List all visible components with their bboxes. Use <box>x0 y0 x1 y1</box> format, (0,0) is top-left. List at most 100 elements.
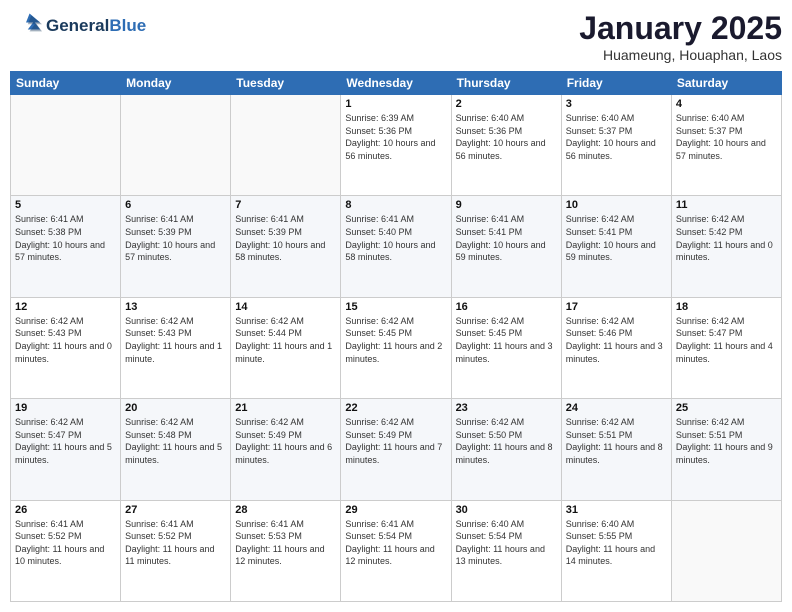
day-info: Sunrise: 6:41 AMSunset: 5:38 PMDaylight:… <box>15 213 116 263</box>
table-row: 6 Sunrise: 6:41 AMSunset: 5:39 PMDaylight… <box>121 196 231 297</box>
day-info: Sunrise: 6:42 AMSunset: 5:43 PMDaylight:… <box>15 315 116 365</box>
day-info: Sunrise: 6:42 AMSunset: 5:48 PMDaylight:… <box>125 416 226 466</box>
day-info: Sunrise: 6:42 AMSunset: 5:47 PMDaylight:… <box>676 315 777 365</box>
day-number: 16 <box>456 301 557 313</box>
table-row: 21Sunrise: 6:42 AMSunset: 5:49 PMDayligh… <box>231 399 341 500</box>
day-number: 22 <box>345 402 446 414</box>
week-row-3: 12 Sunrise: 6:42 AMSunset: 5:43 PMDayligh… <box>11 297 782 398</box>
day-number: 4 <box>676 98 777 110</box>
table-row <box>671 500 781 601</box>
day-info: Sunrise: 6:39 AMSunset: 5:36 PMDaylight:… <box>345 112 446 162</box>
table-row: 30Sunrise: 6:40 AMSunset: 5:54 PMDayligh… <box>451 500 561 601</box>
day-info: Sunrise: 6:42 AMSunset: 5:42 PMDaylight:… <box>676 213 777 263</box>
day-number: 14 <box>235 301 336 313</box>
table-row: 11 Sunrise: 6:42 AMSunset: 5:42 PMDayligh… <box>671 196 781 297</box>
table-row: 10Sunrise: 6:42 AMSunset: 5:41 PMDayligh… <box>561 196 671 297</box>
day-number: 5 <box>15 199 116 211</box>
day-info: Sunrise: 6:40 AMSunset: 5:37 PMDaylight:… <box>566 112 667 162</box>
table-row: 7 Sunrise: 6:41 AMSunset: 5:39 PMDaylight… <box>231 196 341 297</box>
day-info: Sunrise: 6:41 AMSunset: 5:39 PMDaylight:… <box>235 213 336 263</box>
header-monday: Monday <box>121 72 231 95</box>
day-number: 30 <box>456 504 557 516</box>
table-row: 13 Sunrise: 6:42 AMSunset: 5:43 PMDayligh… <box>121 297 231 398</box>
table-row: 23Sunrise: 6:42 AMSunset: 5:50 PMDayligh… <box>451 399 561 500</box>
header-wednesday: Wednesday <box>341 72 451 95</box>
day-number: 28 <box>235 504 336 516</box>
day-info: Sunrise: 6:41 AMSunset: 5:39 PMDaylight:… <box>125 213 226 263</box>
logo-icon <box>10 10 42 42</box>
table-row: 24 Sunrise: 6:42 AMSunset: 5:51 PMDayligh… <box>561 399 671 500</box>
day-number: 8 <box>345 199 446 211</box>
header-thursday: Thursday <box>451 72 561 95</box>
table-row: 15Sunrise: 6:42 AMSunset: 5:45 PMDayligh… <box>341 297 451 398</box>
table-row: 8 Sunrise: 6:41 AMSunset: 5:40 PMDaylight… <box>341 196 451 297</box>
table-row <box>11 95 121 196</box>
table-row: 20 Sunrise: 6:42 AMSunset: 5:48 PMDayligh… <box>121 399 231 500</box>
table-row <box>231 95 341 196</box>
day-number: 12 <box>15 301 116 313</box>
day-number: 11 <box>676 199 777 211</box>
day-info: Sunrise: 6:42 AMSunset: 5:49 PMDaylight:… <box>345 416 446 466</box>
table-row: 1 Sunrise: 6:39 AMSunset: 5:36 PMDaylight… <box>341 95 451 196</box>
day-number: 31 <box>566 504 667 516</box>
day-number: 7 <box>235 199 336 211</box>
day-info: Sunrise: 6:42 AMSunset: 5:41 PMDaylight:… <box>566 213 667 263</box>
week-row-1: 1 Sunrise: 6:39 AMSunset: 5:36 PMDaylight… <box>11 95 782 196</box>
week-row-4: 19Sunrise: 6:42 AMSunset: 5:47 PMDayligh… <box>11 399 782 500</box>
day-info: Sunrise: 6:40 AMSunset: 5:37 PMDaylight:… <box>676 112 777 162</box>
table-row: 31 Sunrise: 6:40 AMSunset: 5:55 PMDayligh… <box>561 500 671 601</box>
logo-text-block: GeneralBlue <box>46 16 146 36</box>
day-info: Sunrise: 6:42 AMSunset: 5:43 PMDaylight:… <box>125 315 226 365</box>
day-info: Sunrise: 6:40 AMSunset: 5:55 PMDaylight:… <box>566 518 667 568</box>
table-row: 25 Sunrise: 6:42 AMSunset: 5:51 PMDayligh… <box>671 399 781 500</box>
week-row-5: 26Sunrise: 6:41 AMSunset: 5:52 PMDayligh… <box>11 500 782 601</box>
day-number: 25 <box>676 402 777 414</box>
month-title: January 2025 <box>579 10 782 47</box>
logo-line1: GeneralBlue <box>46 16 146 36</box>
day-info: Sunrise: 6:42 AMSunset: 5:44 PMDaylight:… <box>235 315 336 365</box>
header-saturday: Saturday <box>671 72 781 95</box>
calendar-page: GeneralBlue January 2025 Huameung, Houap… <box>0 0 792 612</box>
day-number: 29 <box>345 504 446 516</box>
day-number: 13 <box>125 301 226 313</box>
day-info: Sunrise: 6:41 AMSunset: 5:52 PMDaylight:… <box>15 518 116 568</box>
day-info: Sunrise: 6:40 AMSunset: 5:36 PMDaylight:… <box>456 112 557 162</box>
day-info: Sunrise: 6:42 AMSunset: 5:51 PMDaylight:… <box>566 416 667 466</box>
day-info: Sunrise: 6:42 AMSunset: 5:45 PMDaylight:… <box>456 315 557 365</box>
table-row: 14 Sunrise: 6:42 AMSunset: 5:44 PMDayligh… <box>231 297 341 398</box>
day-number: 18 <box>676 301 777 313</box>
day-info: Sunrise: 6:41 AMSunset: 5:41 PMDaylight:… <box>456 213 557 263</box>
table-row: 2 Sunrise: 6:40 AMSunset: 5:36 PMDaylight… <box>451 95 561 196</box>
day-info: Sunrise: 6:41 AMSunset: 5:40 PMDaylight:… <box>345 213 446 263</box>
day-number: 24 <box>566 402 667 414</box>
table-row: 3 Sunrise: 6:40 AMSunset: 5:37 PMDaylight… <box>561 95 671 196</box>
table-row: 5 Sunrise: 6:41 AMSunset: 5:38 PMDaylight… <box>11 196 121 297</box>
calendar-table: Sunday Monday Tuesday Wednesday Thursday… <box>10 71 782 602</box>
table-row: 9 Sunrise: 6:41 AMSunset: 5:41 PMDaylight… <box>451 196 561 297</box>
day-number: 15 <box>345 301 446 313</box>
header-friday: Friday <box>561 72 671 95</box>
table-row: 17Sunrise: 6:42 AMSunset: 5:46 PMDayligh… <box>561 297 671 398</box>
day-number: 20 <box>125 402 226 414</box>
title-block: January 2025 Huameung, Houaphan, Laos <box>579 10 782 63</box>
table-row <box>121 95 231 196</box>
day-number: 19 <box>15 402 116 414</box>
day-number: 1 <box>345 98 446 110</box>
table-row: 19Sunrise: 6:42 AMSunset: 5:47 PMDayligh… <box>11 399 121 500</box>
day-info: Sunrise: 6:41 AMSunset: 5:53 PMDaylight:… <box>235 518 336 568</box>
table-row: 28 Sunrise: 6:41 AMSunset: 5:53 PMDayligh… <box>231 500 341 601</box>
week-row-2: 5 Sunrise: 6:41 AMSunset: 5:38 PMDaylight… <box>11 196 782 297</box>
day-number: 27 <box>125 504 226 516</box>
day-number: 6 <box>125 199 226 211</box>
day-info: Sunrise: 6:42 AMSunset: 5:51 PMDaylight:… <box>676 416 777 466</box>
day-number: 9 <box>456 199 557 211</box>
day-number: 21 <box>235 402 336 414</box>
day-number: 3 <box>566 98 667 110</box>
day-number: 2 <box>456 98 557 110</box>
day-info: Sunrise: 6:41 AMSunset: 5:54 PMDaylight:… <box>345 518 446 568</box>
day-info: Sunrise: 6:42 AMSunset: 5:50 PMDaylight:… <box>456 416 557 466</box>
location: Huameung, Houaphan, Laos <box>579 47 782 63</box>
table-row: 4 Sunrise: 6:40 AMSunset: 5:37 PMDaylight… <box>671 95 781 196</box>
day-info: Sunrise: 6:41 AMSunset: 5:52 PMDaylight:… <box>125 518 226 568</box>
table-row: 12 Sunrise: 6:42 AMSunset: 5:43 PMDayligh… <box>11 297 121 398</box>
